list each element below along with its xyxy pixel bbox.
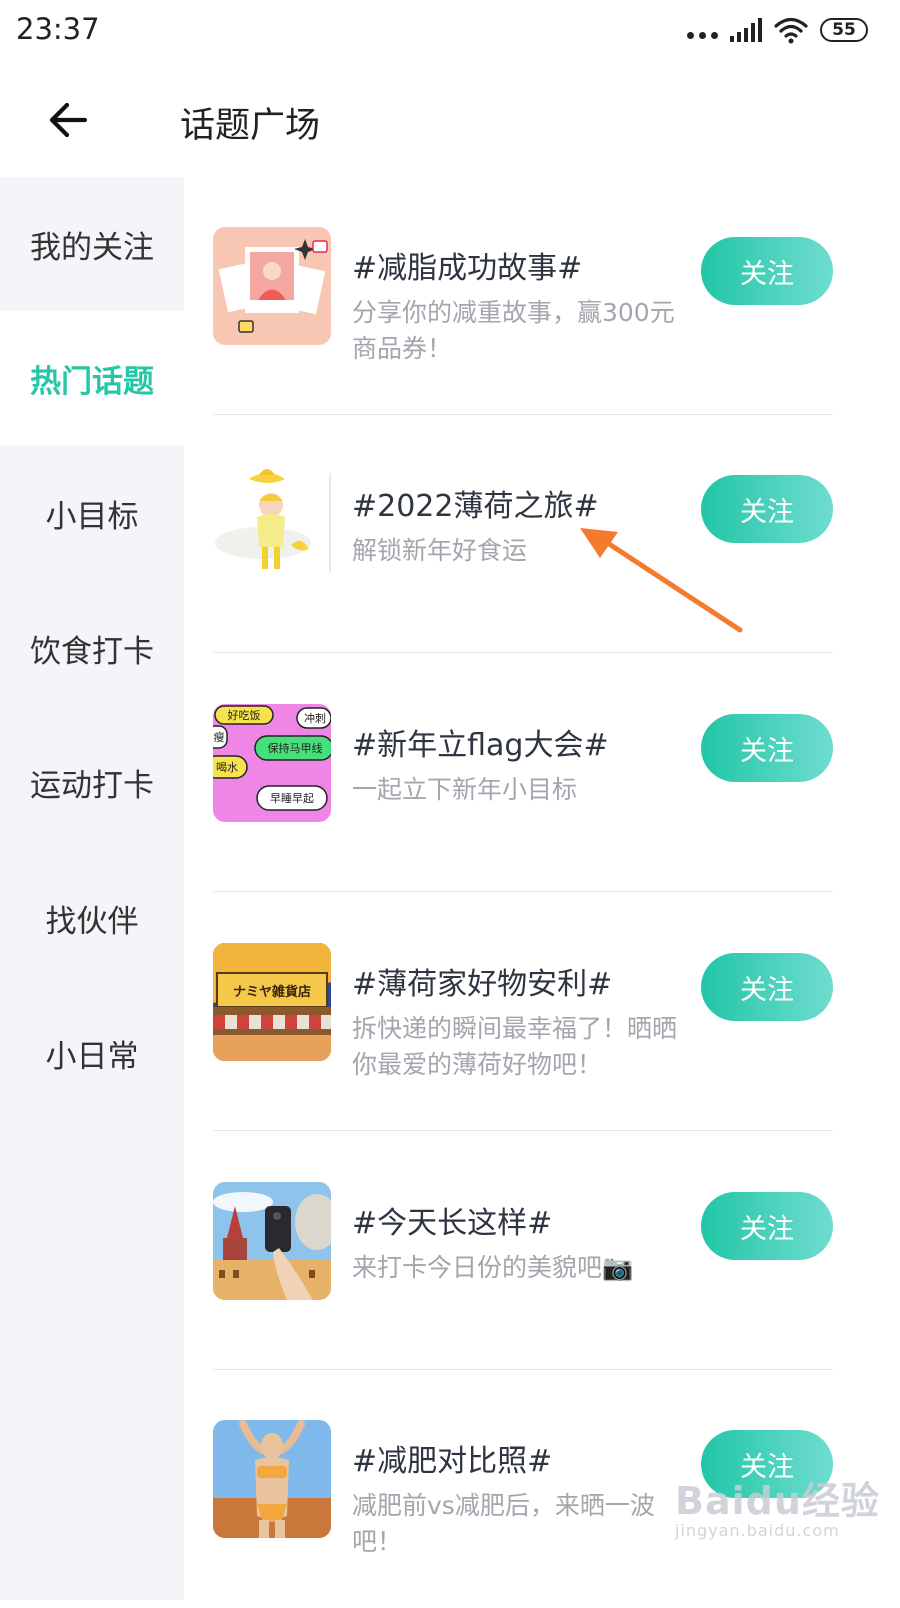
- topic-item[interactable]: ナミヤ雑貨店 #薄荷家好物安利# 拆快递的瞬间最幸福了！晒晒你最爱的薄荷好物吧！…: [213, 893, 833, 1131]
- topic-description: 减肥前vs减肥后，来晒一波吧！: [352, 1491, 655, 1556]
- topic-item[interactable]: #今天长这样# 来打卡今日份的美貌吧📷 关注: [213, 1132, 833, 1370]
- follow-button[interactable]: 关注: [701, 1192, 833, 1260]
- divider: [213, 1130, 833, 1131]
- category-sidebar: 我的关注 热门话题 小目标 饮食打卡 运动打卡 找伙伴 小日常: [0, 177, 184, 1600]
- shop-sign-text: ナミヤ雑貨店: [233, 984, 311, 1000]
- flag-bubble-text: 瘦: [214, 730, 225, 744]
- more-dots-icon: [687, 31, 718, 39]
- topic-item[interactable]: 好吃饭 冲刺 保持马甲线 瘦 喝水 早睡早起 #新年立flag大会# 一起立下新…: [213, 654, 833, 892]
- sidebar-item-hot-topics[interactable]: 热门话题: [0, 311, 184, 445]
- annotation-arrow-icon: [580, 528, 743, 633]
- topic-thumbnail-photos: [213, 227, 331, 345]
- topic-description: 分享你的减重故事，赢300元商品券！: [352, 298, 675, 363]
- follow-button[interactable]: 关注: [701, 237, 833, 305]
- divider: [213, 652, 833, 653]
- status-icons: 55: [687, 12, 868, 48]
- topic-thumbnail-bikini: [213, 1420, 331, 1538]
- status-time: 23:37: [16, 12, 100, 46]
- sidebar-item-diet-checkin[interactable]: 饮食打卡: [0, 581, 184, 715]
- topic-title: #今天长这样#: [352, 1206, 553, 1241]
- flag-bubble-text: 保持马甲线: [268, 741, 323, 755]
- signal-icon: [730, 18, 762, 42]
- flag-bubble-text: 好吃饭: [228, 708, 261, 722]
- divider: [213, 891, 833, 892]
- flag-bubble-text: 喝水: [216, 761, 238, 774]
- topic-title: #减脂成功故事#: [352, 251, 583, 286]
- topic-thumbnail-banana: [213, 465, 331, 583]
- topic-thumbnail-selfie: [213, 1182, 331, 1300]
- sidebar-item-daily-life[interactable]: 小日常: [0, 986, 184, 1120]
- arrow-left-icon: [49, 102, 88, 138]
- topic-description: 来打卡今日份的美貌吧📷: [352, 1253, 634, 1282]
- page-title: 话题广场: [180, 106, 321, 146]
- topic-description: 一起立下新年小目标: [352, 775, 578, 804]
- baidu-watermark: Baidu经验 jingyan.baidu.com: [675, 1470, 880, 1540]
- topic-title: #2022薄荷之旅#: [352, 489, 599, 524]
- topic-thumbnail-flag-bubbles: 好吃饭 冲刺 保持马甲线 瘦 喝水 早睡早起: [213, 704, 331, 822]
- follow-button[interactable]: 关注: [701, 953, 833, 1021]
- flag-bubble-text: 冲刺: [304, 711, 326, 725]
- topic-title: #减肥对比照#: [352, 1444, 553, 1479]
- status-bar: 23:37 55: [0, 0, 900, 62]
- topic-thumbnail-shop: ナミヤ雑貨店: [213, 943, 331, 1061]
- sidebar-item-small-goals[interactable]: 小目标: [0, 446, 184, 580]
- follow-button[interactable]: 关注: [701, 714, 833, 782]
- battery-indicator: 55: [820, 18, 868, 42]
- sidebar-item-my-follows[interactable]: 我的关注: [0, 177, 184, 311]
- wifi-icon: [774, 17, 808, 44]
- sidebar-item-find-partner[interactable]: 找伙伴: [0, 851, 184, 985]
- sidebar-item-exercise-checkin[interactable]: 运动打卡: [0, 715, 184, 849]
- flag-bubble-text: 早睡早起: [270, 792, 314, 805]
- topic-description: 拆快递的瞬间最幸福了！晒晒你最爱的薄荷好物吧！: [352, 1014, 678, 1079]
- app-header: 话题广场: [0, 62, 900, 177]
- back-button[interactable]: [40, 92, 96, 148]
- watermark-main: Baidu经验: [675, 1479, 880, 1523]
- topic-item[interactable]: #减脂成功故事# 分享你的减重故事，赢300元商品券！ 关注: [213, 177, 833, 415]
- topic-title: #薄荷家好物安利#: [352, 967, 613, 1002]
- topic-title: #新年立flag大会#: [352, 728, 609, 763]
